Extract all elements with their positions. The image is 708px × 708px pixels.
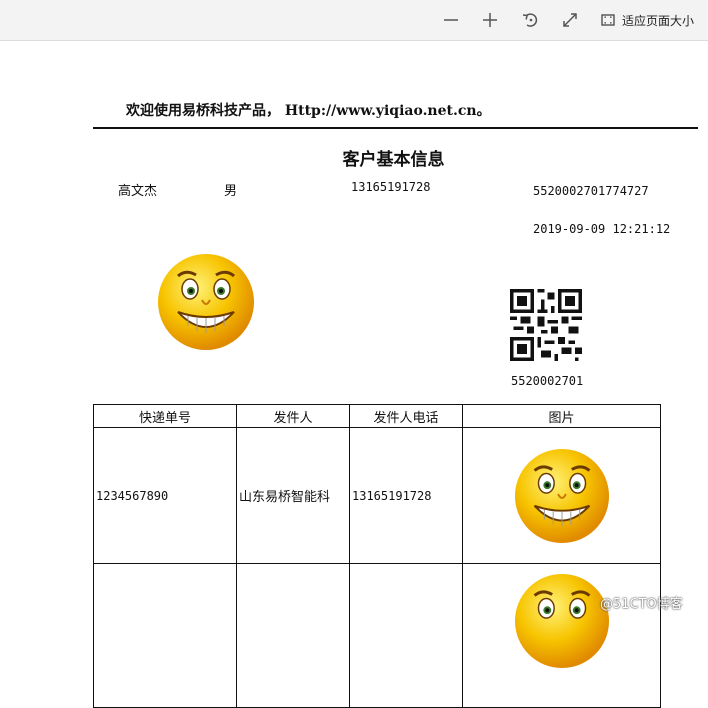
cell-sender-phone [349, 563, 463, 708]
rotate-button[interactable] [518, 8, 544, 32]
fit-page-icon [601, 14, 615, 26]
customer-name: 高文杰 [118, 184, 158, 199]
cell-tracking-number [93, 563, 237, 708]
zoom-out-button[interactable] [438, 8, 464, 32]
cell-sender [236, 563, 350, 708]
plus-icon [483, 13, 497, 27]
smiley-image [158, 254, 254, 350]
cell-sender: 山东易桥智能科 [236, 427, 350, 564]
cell-tracking-number: 1234567890 [93, 427, 237, 564]
customer-gender: 男 [224, 184, 238, 199]
smiley-image [514, 573, 609, 669]
shipment-table: 快递单号 发件人 发件人电话 图片 1234567890 山东易桥智能科 131… [93, 404, 661, 708]
fit-page-button[interactable]: 适应页面大小 [600, 8, 704, 32]
page-title: 客户基本信息 [342, 150, 445, 170]
minus-icon [444, 19, 458, 21]
fullscreen-button[interactable] [557, 8, 583, 32]
viewer-toolbar: 适应页面大小 [0, 0, 708, 41]
rotate-icon [522, 13, 538, 27]
customer-id: 5520002701774727 [533, 184, 649, 198]
header-sender: 发件人 [236, 404, 350, 428]
welcome-header: 欢迎使用易桥科技产品， Http://www.yiqiao.net.cn。 [126, 103, 491, 119]
cell-image [462, 427, 661, 564]
table-row [93, 563, 661, 708]
fit-page-label: 适应页面大小 [622, 13, 695, 28]
zoom-in-button[interactable] [477, 8, 503, 32]
table-row: 1234567890 山东易桥智能科 13165191728 [93, 427, 661, 564]
customer-datetime: 2019-09-09 12:21:12 [533, 222, 671, 236]
qr-code-label: 5520002701 [511, 374, 584, 388]
header-sender-phone: 发件人电话 [349, 404, 463, 428]
header-tracking-number: 快递单号 [93, 404, 237, 428]
cell-sender-phone: 13165191728 [349, 427, 463, 564]
document-page: 欢迎使用易桥科技产品， Http://www.yiqiao.net.cn。 客户… [0, 41, 708, 708]
expand-icon [563, 13, 577, 27]
header-divider [93, 127, 698, 129]
cell-image [462, 563, 661, 708]
table-header-row: 快递单号 发件人 发件人电话 图片 [93, 404, 661, 428]
watermark: @51CTO博客 [600, 597, 683, 612]
smiley-image [514, 448, 609, 543]
header-image: 图片 [462, 404, 661, 428]
customer-phone: 13165191728 [351, 180, 431, 194]
qr-code [510, 289, 582, 361]
